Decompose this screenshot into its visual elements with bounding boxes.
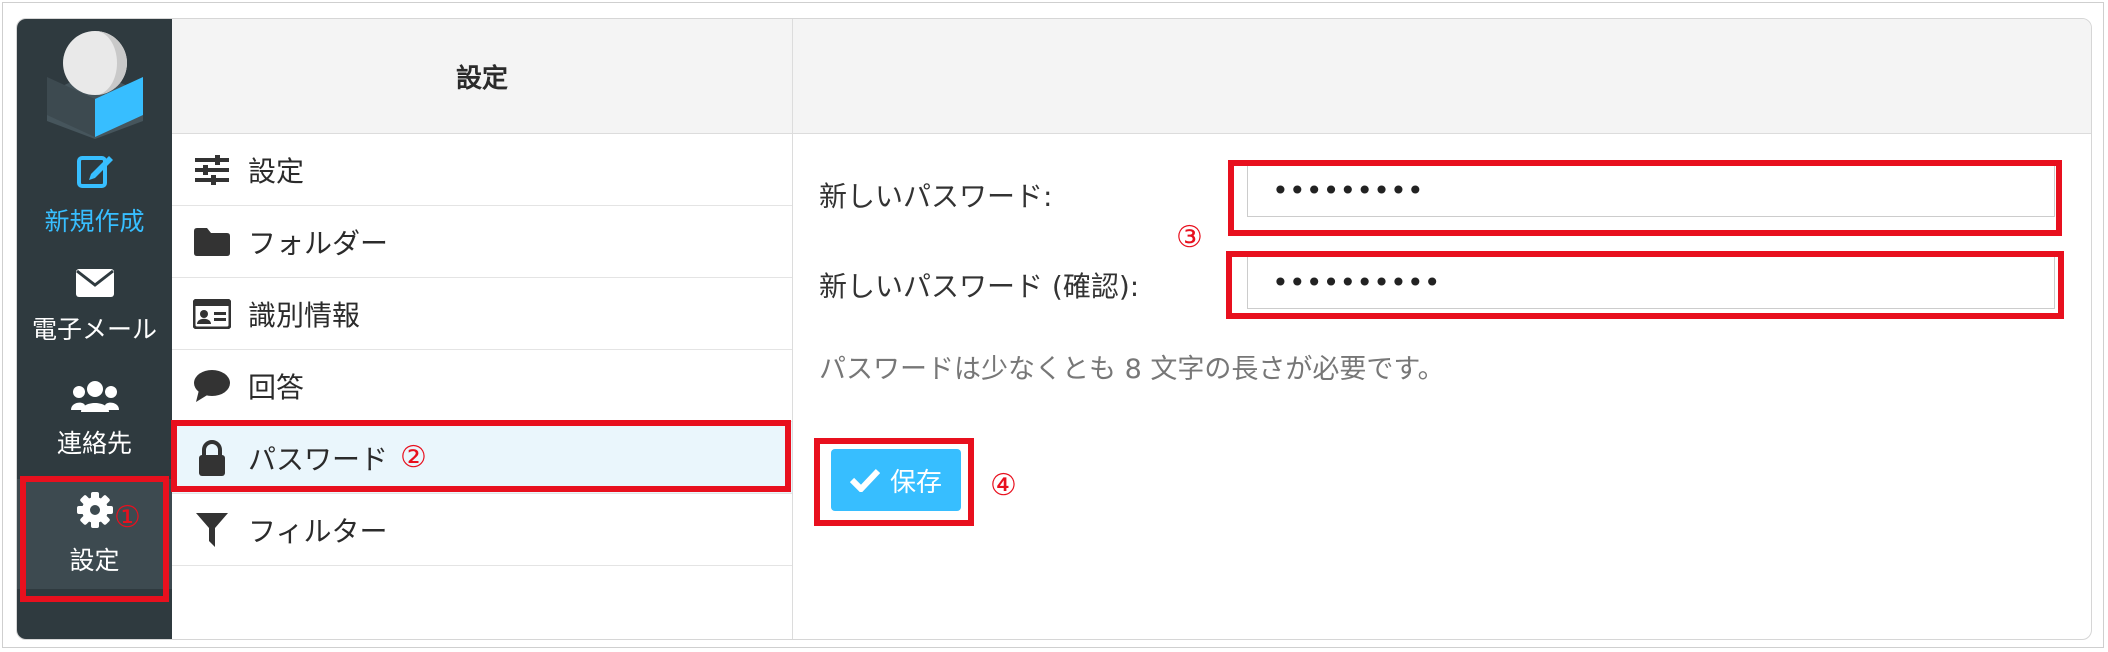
settings-list-title: 設定	[172, 19, 792, 134]
settings-item-folders[interactable]: フォルダー	[172, 206, 792, 278]
gear-icon	[76, 492, 113, 528]
rail-compose-label: 新規作成	[44, 207, 145, 236]
rail-contacts-button[interactable]: 連絡先	[17, 365, 172, 475]
step-marker-3: ③	[1176, 220, 1203, 255]
confirm-password-label: 新しいパスワード (確認):	[819, 270, 1140, 303]
sliders-icon	[192, 152, 232, 188]
rail-compose-button[interactable]: 新規作成	[17, 139, 172, 249]
settings-item-preferences[interactable]: 設定	[172, 134, 792, 206]
settings-item-password[interactable]: パスワード	[172, 422, 792, 494]
users-icon	[70, 381, 119, 412]
confirm-password-field[interactable]	[1247, 255, 2055, 309]
new-password-field[interactable]	[1247, 163, 2055, 217]
rail-mail-label: 電子メール	[31, 315, 157, 344]
speech-bubble-icon	[192, 368, 232, 404]
settings-item-identities[interactable]: 識別情報	[172, 278, 792, 350]
settings-item-filters[interactable]: フィルター	[172, 494, 792, 566]
main-nav-rail: 新規作成 電子メール 連絡先 設定	[17, 19, 172, 639]
settings-list: 設定 設定 フォルダー 識別情報 回答 パスワード フィルター	[172, 19, 793, 639]
settings-item-label: パスワード	[248, 442, 389, 476]
envelope-icon	[75, 269, 114, 297]
settings-item-label: フォルダー	[248, 226, 389, 260]
compose-icon	[76, 156, 113, 188]
settings-item-label: 回答	[248, 370, 305, 404]
password-length-hint: パスワードは少なくとも 8 文字の長さが必要です。	[819, 354, 1445, 385]
lock-icon	[192, 439, 232, 476]
step-marker-4: ④	[990, 468, 1017, 503]
password-form-panel: 新しいパスワード: 新しいパスワード (確認): パスワードは少なくとも 8 文…	[793, 19, 2091, 639]
save-button[interactable]: 保存	[831, 449, 961, 511]
settings-item-label: 識別情報	[248, 298, 361, 332]
form-header-bar	[793, 19, 2091, 134]
step-marker-1: ①	[114, 500, 141, 535]
rail-contacts-label: 連絡先	[56, 429, 132, 458]
settings-item-label: フィルター	[248, 514, 388, 548]
app-logo-icon	[47, 31, 143, 139]
step-marker-2: ②	[400, 440, 427, 475]
rail-mail-button[interactable]: 電子メール	[17, 252, 172, 362]
new-password-label: 新しいパスワード:	[819, 180, 1053, 213]
checkmark-icon	[849, 468, 880, 492]
settings-item-label: 設定	[248, 154, 305, 188]
app-window: 新規作成 電子メール 連絡先 設定 設定 設定 フォルダー 識別情報 回答 パス…	[16, 18, 2092, 640]
rail-settings-button[interactable]: 設定	[17, 479, 172, 589]
id-card-icon	[192, 296, 232, 332]
filter-icon	[192, 512, 232, 548]
save-button-label: 保存	[889, 467, 942, 498]
settings-item-responses[interactable]: 回答	[172, 350, 792, 422]
rail-settings-label: 設定	[69, 546, 120, 575]
folder-icon	[192, 224, 232, 260]
